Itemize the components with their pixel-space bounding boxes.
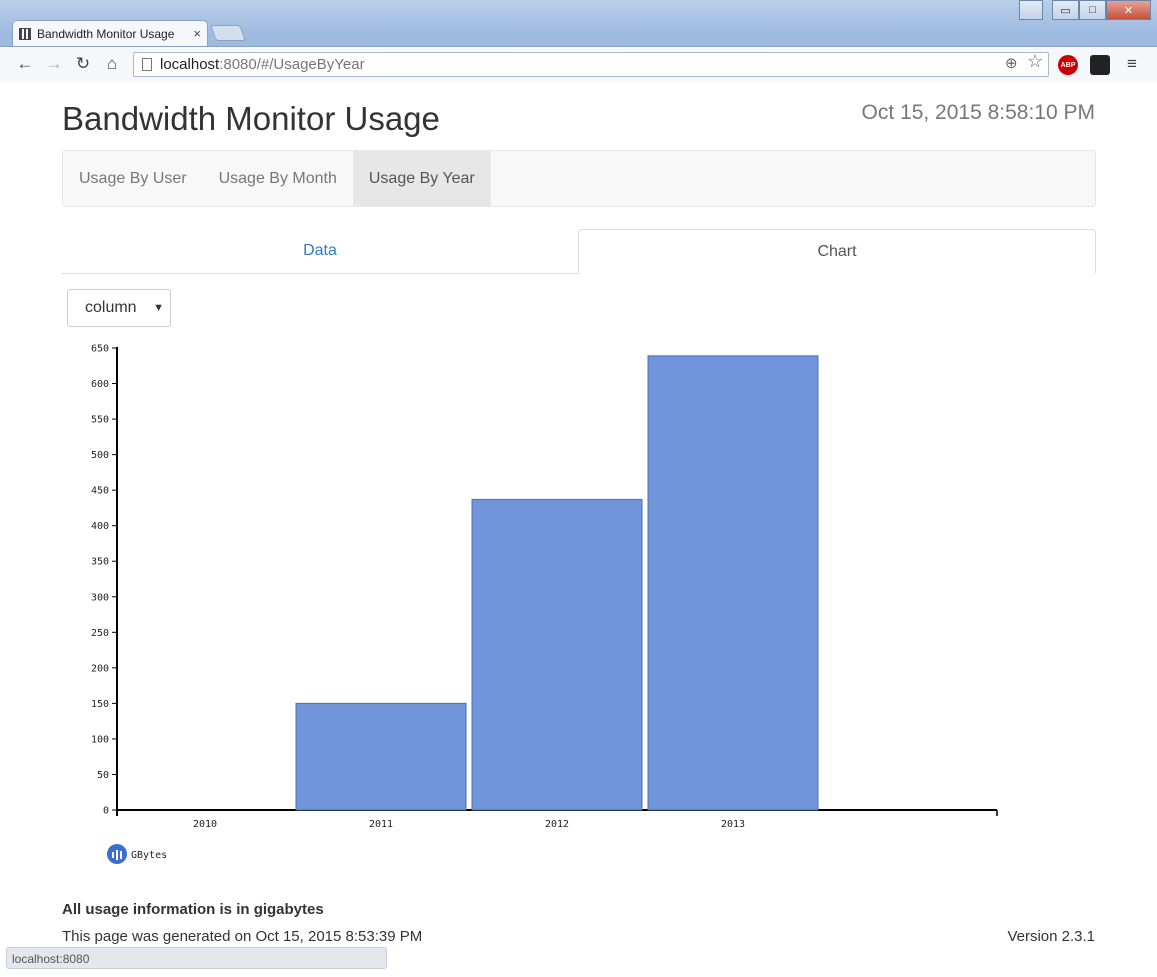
legend-label: GBytes	[131, 850, 167, 861]
back-icon[interactable]: ←	[13, 52, 37, 76]
browser-tab[interactable]: Bandwidth Monitor Usage ×	[12, 20, 208, 46]
legend-icon-bar	[112, 852, 114, 858]
version-label: Version 2.3.1	[1007, 928, 1095, 945]
legend-icon-bar	[120, 851, 122, 859]
minimize-button[interactable]: ▭	[1052, 0, 1079, 20]
extension-icon[interactable]	[1090, 55, 1110, 75]
status-bar: localhost:8080	[6, 947, 387, 969]
units-note: All usage information is in gigabytes	[62, 901, 324, 918]
maximize-button[interactable]: □	[1079, 0, 1106, 20]
tab-close-icon[interactable]: ×	[193, 26, 201, 41]
adblock-icon[interactable]: ABP	[1058, 55, 1078, 75]
x-tick-label: 2013	[721, 819, 745, 830]
new-tab-button[interactable]	[210, 25, 246, 41]
url-host: localhost	[160, 56, 220, 73]
y-tick-label: 450	[91, 486, 109, 497]
y-tick-label: 200	[91, 663, 109, 674]
y-tick-label: 350	[91, 557, 109, 568]
y-tick-label: 0	[103, 806, 109, 817]
usage-chart: 0 50 100 150 200 250 300 350 400 450 500 550 600 650 2…	[91, 344, 998, 864]
home-icon[interactable]: ⌂	[100, 52, 124, 76]
bar	[295, 702, 467, 811]
user-icon[interactable]	[1019, 0, 1043, 20]
generated-time: This page was generated on Oct 15, 2015 …	[62, 928, 423, 945]
zoom-icon[interactable]: ⊕	[1005, 54, 1018, 72]
y-tick-label: 400	[91, 521, 109, 532]
browser-toolbar: ← → ↻ ⌂ localhost:8080/#/UsageByYear ⊕ ☆…	[0, 46, 1157, 82]
x-tick-label: 2011	[369, 819, 393, 830]
y-tick-label: 100	[91, 734, 109, 745]
address-bar[interactable]: localhost:8080/#/UsageByYear	[133, 52, 1049, 77]
y-tick-label: 50	[97, 770, 109, 781]
y-tick-label: 300	[91, 592, 109, 603]
bar	[471, 498, 643, 811]
y-tick-label: 600	[91, 379, 109, 390]
tab-title: Bandwidth Monitor Usage	[37, 26, 175, 41]
y-tick-label: 550	[91, 415, 109, 426]
x-tick-label: 2012	[545, 819, 569, 830]
favicon-icon	[19, 27, 31, 40]
legend-icon-bar	[116, 850, 118, 860]
bookmark-star-icon[interactable]: ☆	[1027, 51, 1043, 72]
forward-icon[interactable]: →	[42, 52, 66, 76]
page-icon	[142, 58, 152, 71]
url-path: :8080/#/UsageByYear	[219, 56, 365, 73]
menu-icon[interactable]: ≡	[1120, 52, 1144, 76]
x-tick-label: 2010	[193, 819, 217, 830]
browser-chrome: Bandwidth Monitor Usage × ▭ □ ✕ ← → ↻ ⌂ …	[0, 0, 1157, 82]
y-tick-label: 150	[91, 699, 109, 710]
y-tick-label: 650	[91, 344, 109, 355]
bar	[647, 355, 819, 811]
reload-icon[interactable]: ↻	[71, 52, 95, 76]
y-tick-label: 250	[91, 628, 109, 639]
page-content: Bandwidth Monitor Usage Oct 15, 2015 8:5…	[0, 82, 1157, 977]
y-tick-label: 500	[91, 450, 109, 461]
close-window-button[interactable]: ✕	[1106, 0, 1151, 20]
